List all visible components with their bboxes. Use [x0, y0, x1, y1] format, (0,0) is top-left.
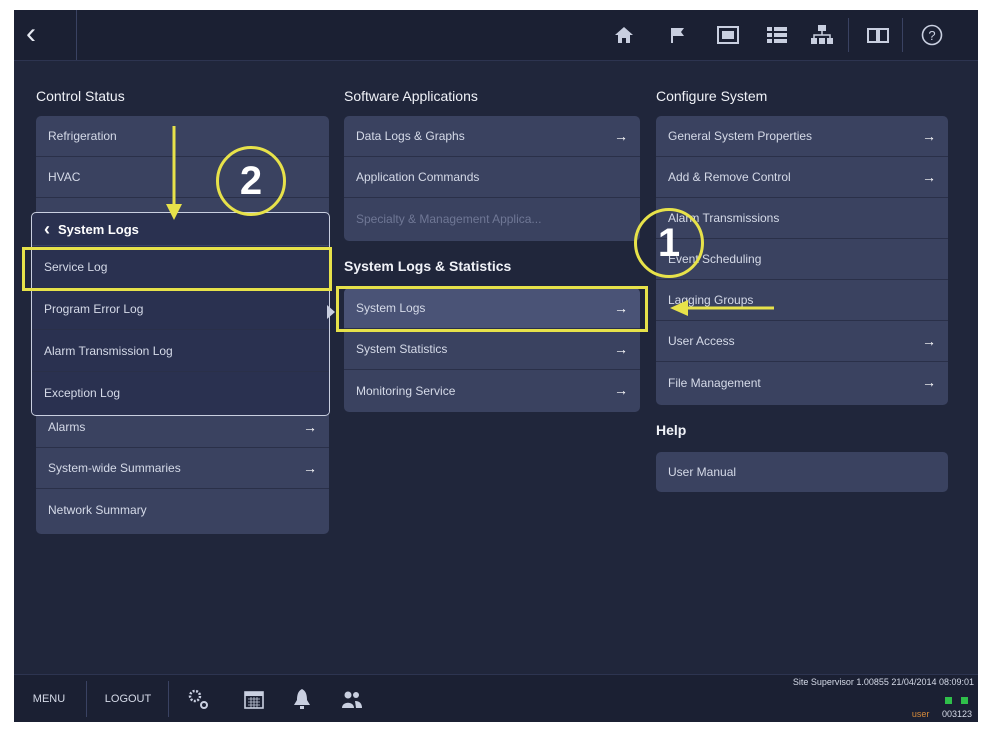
step-2-marker: 2	[216, 146, 286, 216]
item-label: User Manual	[668, 465, 737, 479]
item-label: Lagging Groups	[668, 293, 754, 307]
gears-icon[interactable]	[186, 687, 210, 711]
item-label: Monitoring Service	[356, 383, 456, 398]
system-logs-statistics-title: System Logs & Statistics	[344, 258, 512, 274]
user-label: user	[911, 709, 930, 719]
svg-text:?: ?	[928, 28, 935, 43]
help-title: Help	[656, 422, 687, 438]
item-label: HVAC	[48, 170, 81, 184]
divider	[848, 18, 849, 52]
item-label: System Statistics	[356, 342, 448, 356]
users-icon[interactable]	[340, 687, 364, 711]
help-icon[interactable]: ?	[920, 24, 944, 46]
back-button[interactable]: ‹	[26, 16, 70, 54]
system-logs-statistics-panel: System Logs → System Statistics → Monitori…	[344, 288, 640, 412]
item-label: Specialty & Management Applica...	[356, 211, 542, 226]
item-label: Refrigeration	[48, 129, 117, 143]
software-applications-title: Software Applications	[344, 88, 478, 104]
divider	[902, 18, 903, 52]
divider	[168, 681, 169, 717]
bottom-bar: MENU LOGOUT Site Supervisor 1.00855 21/0…	[14, 674, 978, 722]
menu-item-network-summary[interactable]: Network Summary	[36, 489, 329, 530]
menu-item-user-manual[interactable]: User Manual	[656, 452, 948, 492]
item-label: Data Logs & Graphs	[356, 129, 465, 143]
item-label: Alarms	[48, 420, 86, 434]
item-label: Add & Remove Control	[668, 170, 791, 184]
item-label: System-wide Summaries	[48, 461, 181, 475]
popup-item-service-log[interactable]: Service Log	[32, 246, 329, 288]
help-panel: User Manual	[656, 452, 948, 492]
item-label: Exception Log	[44, 386, 121, 400]
menu-item-file-management[interactable]: File Management →	[656, 362, 948, 403]
arrow-right-icon: →	[303, 419, 317, 435]
popup-item-alarm-transmission-log[interactable]: Alarm Transmission Log	[32, 330, 329, 372]
menu-item-lagging-groups[interactable]: Lagging Groups	[656, 280, 948, 321]
network-icon[interactable]	[810, 24, 834, 46]
item-label: Alarm Transmission Log	[44, 343, 173, 358]
item-label: User Access	[668, 334, 735, 348]
item-label: Application Commands	[356, 170, 480, 184]
menu-item-user-access[interactable]: User Access →	[656, 321, 948, 362]
user-status: user 003123	[912, 709, 972, 719]
popup-pointer	[327, 305, 335, 319]
user-code: 003123	[941, 709, 972, 719]
system-logs-popup: ‹ System Logs Service Log Program Error …	[31, 212, 330, 416]
menu-item-application-commands[interactable]: Application Commands	[344, 157, 640, 198]
menu-item-monitoring-service[interactable]: Monitoring Service →	[344, 370, 640, 411]
home-icon[interactable]	[612, 24, 636, 46]
arrow-right-icon: →	[614, 300, 628, 316]
divider	[76, 10, 77, 60]
item-label: Program Error Log	[44, 301, 144, 316]
item-label: System Logs	[356, 301, 426, 315]
book-icon[interactable]	[866, 24, 890, 46]
menu-item-refrigeration[interactable]: Refrigeration	[36, 116, 329, 157]
item-label: Network Summary	[48, 502, 147, 517]
popup-back-button[interactable]: ‹ System Logs	[32, 213, 329, 246]
menu-item-system-statistics[interactable]: System Statistics →	[344, 329, 640, 370]
flag-icon[interactable]	[666, 24, 690, 46]
configure-system-title: Configure System	[656, 88, 768, 104]
divider	[86, 681, 87, 717]
logout-button[interactable]: LOGOUT	[90, 675, 166, 722]
arrow-right-icon: →	[922, 169, 936, 185]
menu-item-add-remove-control[interactable]: Add & Remove Control →	[656, 157, 948, 198]
arrow-right-icon: →	[614, 382, 628, 398]
list-icon[interactable]	[765, 24, 789, 46]
popup-item-program-error-log[interactable]: Program Error Log	[32, 288, 329, 330]
arrow-right-icon: →	[922, 128, 936, 144]
status-led-icon	[961, 697, 968, 704]
menu-item-system-logs[interactable]: System Logs →	[344, 288, 640, 329]
popup-item-exception-log[interactable]: Exception Log	[32, 372, 329, 414]
calendar-icon[interactable]	[242, 687, 266, 711]
item-label: Service Log	[44, 259, 108, 274]
configure-system-panel: General System Properties → Add & Remove …	[656, 116, 948, 405]
popup-title: System Logs	[58, 221, 139, 237]
menu-button[interactable]: MENU	[14, 675, 84, 722]
arrow-right-icon: →	[922, 374, 936, 390]
status-led-icon	[945, 697, 952, 704]
site-supervisor-screen: ‹ ? Control Status Refrigeration HVAC Al…	[14, 10, 978, 722]
item-label: File Management	[668, 375, 761, 390]
chevron-left-icon: ‹	[44, 218, 50, 239]
screen-icon[interactable]	[716, 24, 740, 46]
control-status-title: Control Status	[36, 88, 125, 104]
step-1-marker: 1	[634, 208, 704, 278]
arrow-right-icon: →	[614, 341, 628, 357]
arrow-right-icon: →	[922, 333, 936, 349]
arrow-right-icon: →	[614, 128, 628, 144]
arrow-right-icon: →	[303, 460, 317, 476]
menu-item-system-wide-summaries[interactable]: System-wide Summaries →	[36, 448, 329, 489]
menu-item-data-logs-graphs[interactable]: Data Logs & Graphs →	[344, 116, 640, 157]
item-label: General System Properties	[668, 129, 813, 143]
top-bar: ‹ ?	[14, 10, 978, 61]
menu-item-general-system-properties[interactable]: General System Properties →	[656, 116, 948, 157]
bell-icon[interactable]	[290, 687, 314, 711]
status-line: Site Supervisor 1.00855 21/04/2014 08:09…	[792, 677, 974, 687]
software-applications-panel: Data Logs & Graphs → Application Commands…	[344, 116, 640, 241]
menu-item-specialty-management: Specialty & Management Applica...	[344, 198, 640, 239]
